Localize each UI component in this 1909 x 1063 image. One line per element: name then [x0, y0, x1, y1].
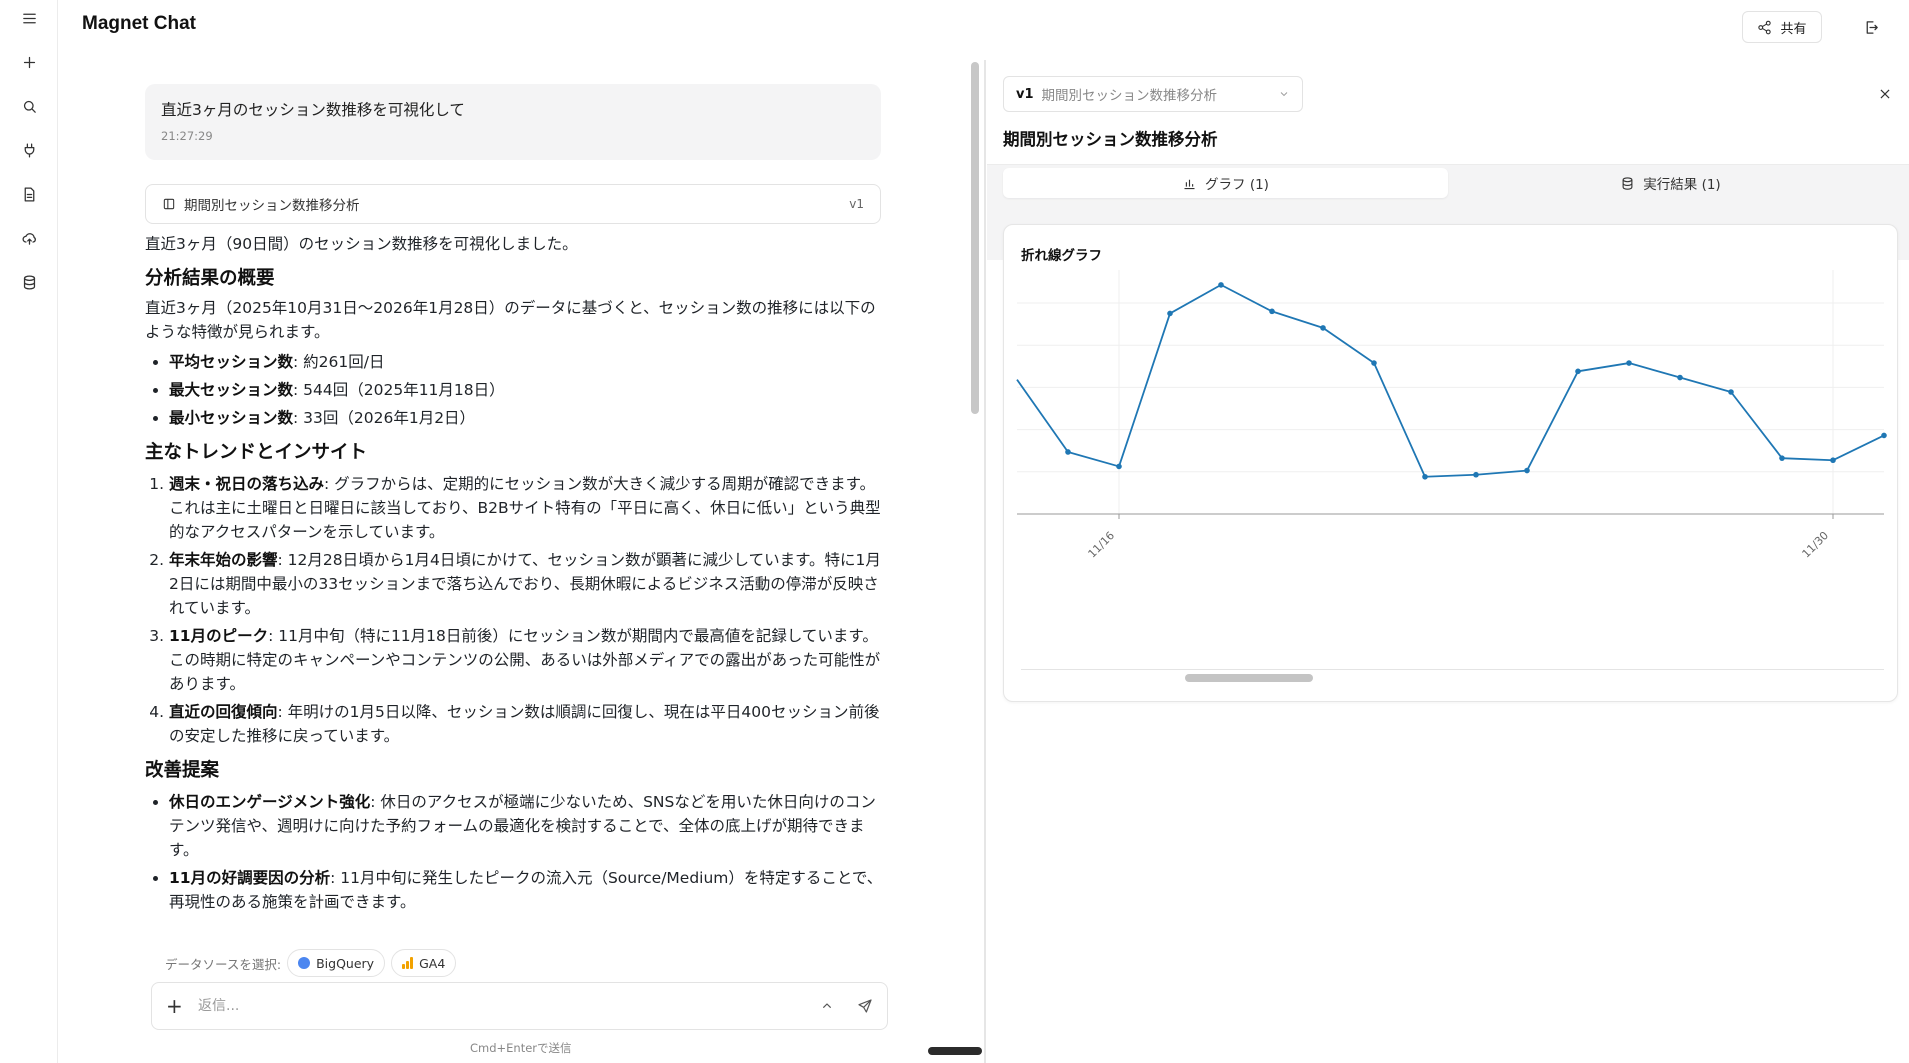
heading-trends: 主なトレンドとインサイト: [145, 442, 368, 463]
close-icon[interactable]: [1873, 82, 1897, 106]
data-point: [1779, 455, 1785, 461]
data-point: [1371, 360, 1377, 366]
share-label: 共有: [1780, 21, 1807, 37]
chat-thread: 直近3ヶ月のセッション数推移を可視化して 21:27:29 期間別セッション数推…: [58, 60, 970, 930]
improvements-list: 休日のエンゲージメント強化: 休日のアクセスが極端に少ないため、SNSなどを用い…: [169, 790, 885, 914]
data-point: [1218, 282, 1224, 288]
share-icon: [1758, 20, 1772, 34]
artifact-card[interactable]: 期間別セッション数推移分析 v1: [145, 184, 881, 224]
artifact-version: v1: [849, 197, 864, 211]
user-message-text: 直近3ヶ月のセッション数推移を可視化して: [161, 101, 465, 119]
app-title: Magnet Chat: [82, 13, 196, 34]
x-tick-label: 11/16: [1086, 529, 1118, 561]
data-point: [1881, 432, 1887, 439]
list-item: 11月の好調要因の分析: 11月中旬に発生したピークの流入元（Source/Me…: [169, 866, 885, 914]
tab-graph[interactable]: グラフ (1): [1003, 168, 1448, 198]
source-chip-ga4[interactable]: GA4: [391, 949, 457, 977]
database-icon: [1622, 176, 1633, 190]
chart-scrollbar-thumb[interactable]: [1185, 674, 1313, 682]
data-source-selector: データソースを選択: BigQuery GA4: [165, 949, 457, 977]
left-rail: [0, 0, 58, 1063]
list-item: 最小セッション数: 33回（2026年1月2日）: [169, 406, 885, 430]
logout-icon[interactable]: [1859, 15, 1883, 39]
data-source-label: データソースを選択:: [165, 956, 282, 972]
share-button[interactable]: 共有: [1742, 11, 1822, 43]
stats-list: 平均セッション数: 約261回/日 最大セッション数: 544回（2025年11…: [169, 350, 885, 430]
data-point: [1269, 308, 1275, 315]
list-item: 週末・祝日の落ち込み: グラフからは、定期的にセッション数が大きく減少する周期が…: [169, 472, 885, 544]
data-point: [1728, 389, 1734, 395]
document-icon[interactable]: [17, 182, 41, 206]
user-message-bubble: 直近3ヶ月のセッション数推移を可視化して 21:27:29: [145, 84, 881, 160]
assistant-answer: 直近3ヶ月（90日間）のセッション数推移を可視化しました。 分析結果の概要 直近…: [145, 232, 885, 920]
summary-text: 直近3ヶ月（2025年10月31日〜2026年1月28日）のデータに基づくと、セ…: [145, 299, 876, 341]
list-item: 休日のエンゲージメント強化: 休日のアクセスが極端に少ないため、SNSなどを用い…: [169, 790, 885, 862]
bar-chart-icon: [1184, 179, 1195, 189]
list-item: 直近の回復傾向: 年明けの1月5日以降、セッション数は順調に回復し、現在は平日4…: [169, 700, 885, 748]
data-point: [1575, 368, 1581, 375]
composer: +: [151, 982, 888, 1030]
database-icon[interactable]: [17, 270, 41, 294]
data-point: [1473, 471, 1479, 478]
version-select[interactable]: v1 期間別セッション数推移分析: [1003, 76, 1303, 112]
menu-icon[interactable]: [17, 6, 41, 30]
plug-icon[interactable]: [17, 138, 41, 162]
list-item: 年末年始の影響: 12月28日頃から1月4日頃にかけて、セッション数が顕著に減少…: [169, 548, 885, 620]
series-line: [1016, 283, 1885, 478]
version-title: 期間別セッション数推移分析: [1041, 88, 1218, 104]
plus-icon[interactable]: [17, 50, 41, 74]
version-label: v1: [1016, 86, 1034, 102]
heading-summary: 分析結果の概要: [145, 268, 275, 289]
drag-handle[interactable]: [928, 1047, 982, 1055]
chart-card: 折れ線グラフ 11/16 11/30: [1003, 224, 1898, 702]
heading-improve: 改善提案: [145, 760, 220, 781]
bigquery-icon: [298, 957, 311, 969]
data-point: [1320, 325, 1326, 331]
tab-results[interactable]: 実行結果 (1): [1448, 168, 1893, 198]
chat-scrollbar-thumb[interactable]: [971, 62, 979, 414]
list-item: 最大セッション数: 544回（2025年11月18日）: [169, 378, 885, 402]
data-point: [1116, 463, 1122, 470]
chevron-down-icon: [1280, 92, 1288, 97]
panel-icon: [163, 198, 175, 210]
panel-title: 期間別セッション数推移分析: [1003, 130, 1218, 149]
chart-scrollbar[interactable]: [1021, 669, 1884, 670]
trends-list: 週末・祝日の落ち込み: グラフからは、定期的にセッション数が大きく減少する周期が…: [169, 472, 885, 748]
attach-plus-icon[interactable]: +: [166, 994, 190, 1018]
search-icon[interactable]: [17, 94, 41, 118]
send-icon[interactable]: [857, 998, 873, 1014]
data-point: [1422, 473, 1428, 480]
x-tick-label: 11/30: [1800, 529, 1832, 561]
artifact-title: 期間別セッション数推移分析: [184, 198, 360, 214]
data-point: [1677, 374, 1683, 381]
data-point: [1524, 467, 1530, 474]
ga4-icon: [402, 957, 414, 969]
reply-input[interactable]: [198, 998, 797, 1014]
panel-tabs: グラフ (1) 実行結果 (1): [1003, 168, 1893, 198]
user-message-time: 21:27:29: [161, 129, 213, 143]
chevron-up-icon[interactable]: [819, 998, 835, 1014]
data-point: [1626, 360, 1632, 366]
cloud-upload-icon[interactable]: [17, 226, 41, 250]
source-chip-bigquery[interactable]: BigQuery: [287, 949, 386, 977]
list-item: 11月のピーク: 11月中旬（特に11月18日前後）にセッション数が期間内で最高…: [169, 624, 885, 696]
artifact-panel: v1 期間別セッション数推移分析 期間別セッション数推移分析 グラフ (1) 実…: [987, 60, 1909, 1063]
data-point: [1830, 457, 1836, 464]
data-point: [1167, 310, 1173, 317]
list-item: 平均セッション数: 約261回/日: [169, 350, 885, 374]
line-chart: 11/16 11/30: [1016, 270, 1887, 561]
send-hint: Cmd+Enterで送信: [470, 1041, 572, 1055]
data-point: [1065, 449, 1071, 455]
answer-intro: 直近3ヶ月（90日間）のセッション数推移を可視化しました。: [145, 235, 578, 253]
panel-splitter[interactable]: [984, 60, 986, 1063]
